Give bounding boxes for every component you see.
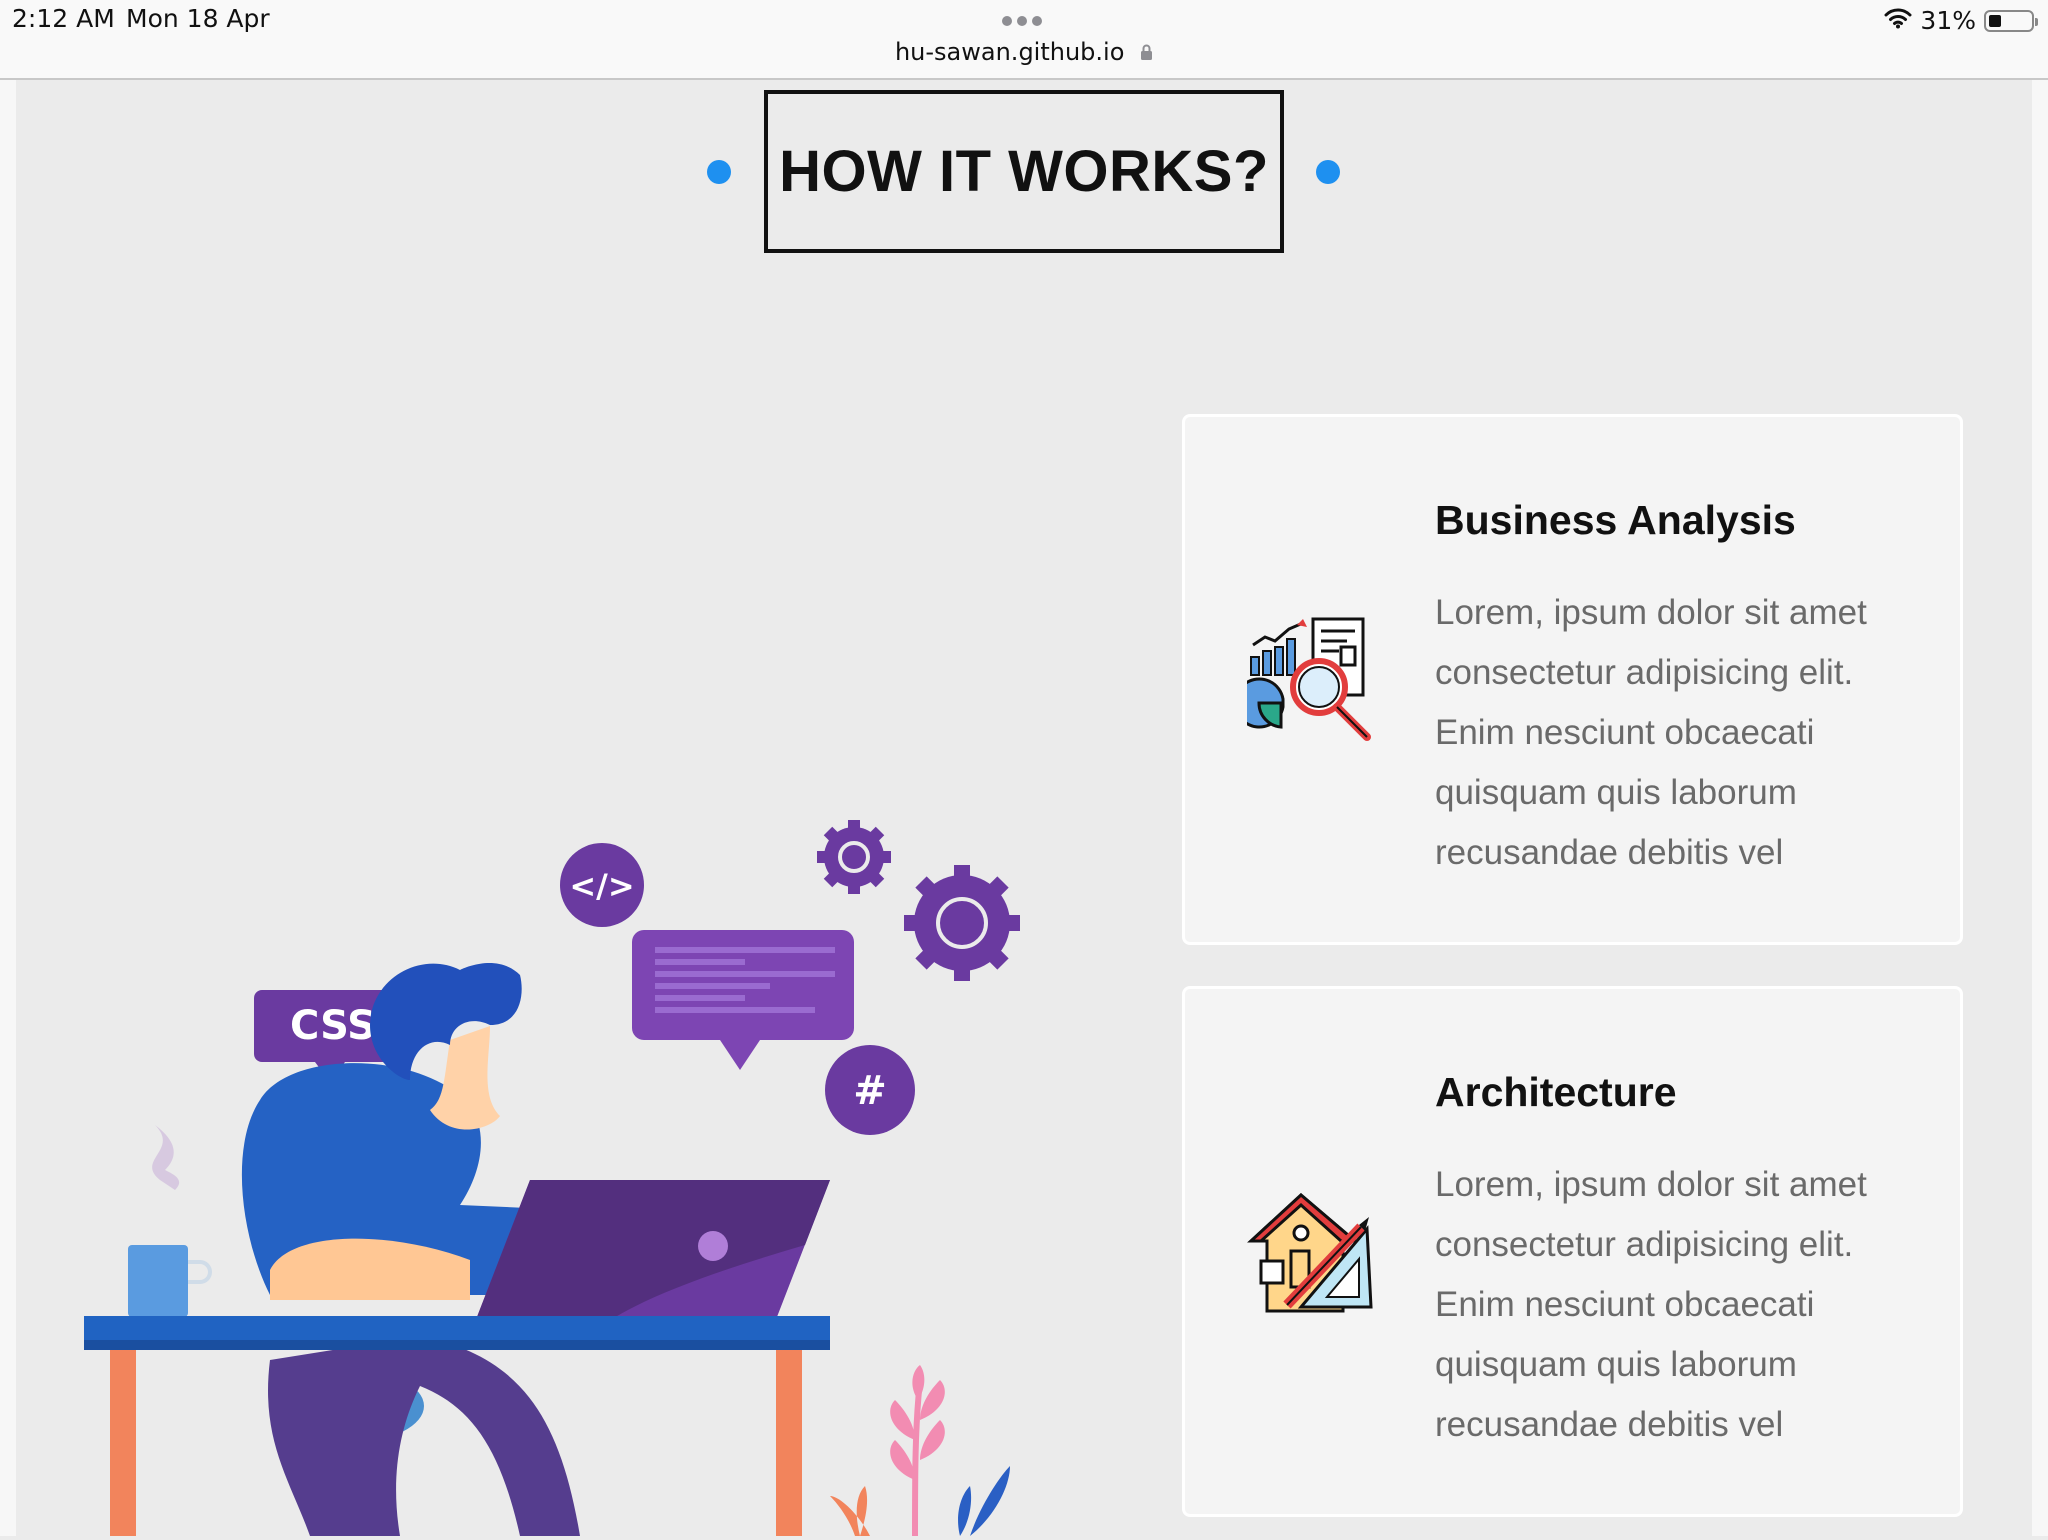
url-text[interactable]: hu-sawan.github.io — [895, 38, 1124, 66]
more-dots-icon[interactable] — [1002, 16, 1042, 26]
gear-icon-small — [817, 820, 891, 894]
status-indicators: 31% — [1884, 6, 2038, 35]
battery-icon — [1984, 9, 2038, 32]
status-bar: 2:12 AM Mon 18 Apr hu-sawan.github.io 31… — [0, 0, 2048, 80]
gear-icon-large — [904, 865, 1020, 981]
card-architecture: Architecture Lorem, ipsum dolor sit amet… — [1182, 986, 1963, 1517]
title-dot-left — [707, 160, 731, 184]
status-date: Mon 18 Apr — [126, 4, 270, 33]
card-business-analysis: Business Analysis Lorem, ipsum dolor sit… — [1182, 414, 1963, 945]
wifi-icon — [1884, 6, 1912, 35]
section-title-text: HOW IT WORKS? — [779, 139, 1269, 204]
card-title: Business Analysis — [1435, 497, 1796, 543]
card-title: Architecture — [1435, 1069, 1677, 1115]
code-bubble: </> — [560, 843, 644, 927]
hash-bubble: # — [825, 1045, 915, 1135]
architecture-icon — [1247, 1189, 1377, 1323]
code-label: </> — [569, 867, 634, 905]
card-text: Lorem, ipsum dolor sit amet consectetur … — [1435, 593, 1867, 872]
title-dot-right — [1316, 160, 1340, 184]
page-edge-left — [0, 80, 16, 1536]
address-bar[interactable]: hu-sawan.github.io — [0, 38, 2048, 67]
developer-illustration: </> # CSS — [70, 800, 1050, 1540]
chat-bubble — [632, 930, 854, 1070]
business-analysis-icon — [1233, 617, 1375, 749]
section-title: HOW IT WORKS? — [764, 90, 1284, 253]
hash-label: # — [853, 1068, 887, 1114]
battery-percent: 31% — [1920, 6, 1976, 35]
page-edge-right — [2032, 80, 2048, 1536]
status-time: 2:12 AM — [12, 4, 115, 33]
lock-icon — [1140, 39, 1153, 67]
css-label: CSS — [290, 1003, 376, 1049]
card-text: Lorem, ipsum dolor sit amet consectetur … — [1435, 1165, 1867, 1444]
